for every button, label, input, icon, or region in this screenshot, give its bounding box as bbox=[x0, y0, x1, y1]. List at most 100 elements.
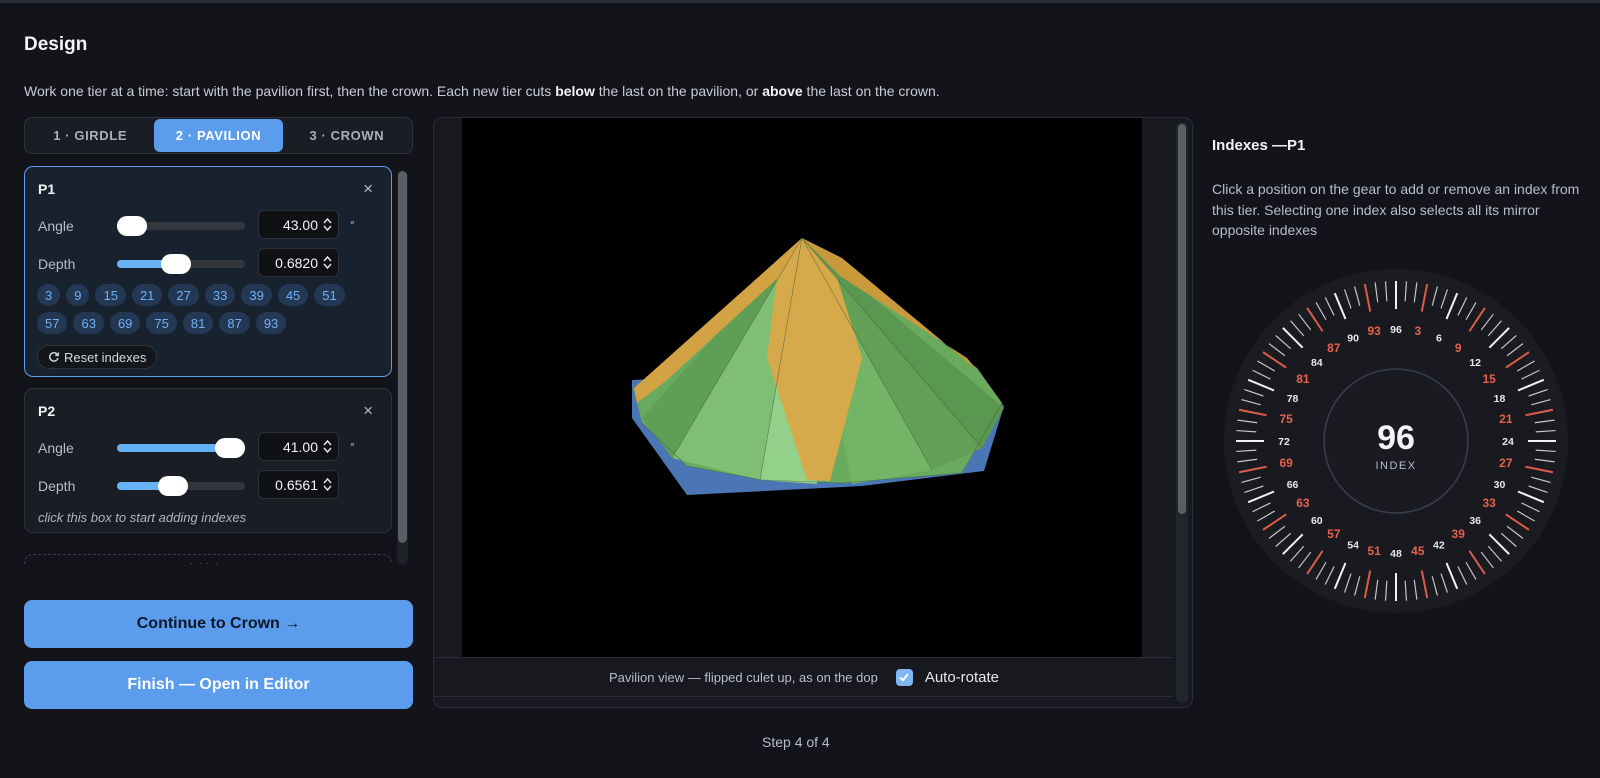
gem-viewer: Pavilion view — flipped culet up, as on … bbox=[433, 117, 1193, 708]
angle-label: Angle bbox=[38, 440, 74, 456]
index-chip[interactable]: 69 bbox=[109, 312, 141, 334]
gem-3d-canvas[interactable] bbox=[462, 118, 1142, 657]
gear-index-label[interactable]: 84 bbox=[1311, 357, 1323, 369]
index-chip[interactable]: 33 bbox=[204, 284, 236, 306]
gear-index-label[interactable]: 36 bbox=[1469, 515, 1481, 527]
index-chip[interactable]: 63 bbox=[73, 312, 104, 334]
autorotate-toggle[interactable]: Auto-rotate bbox=[895, 668, 999, 686]
gear-index-label[interactable]: 87 bbox=[1327, 341, 1341, 355]
gem-render bbox=[632, 237, 1004, 495]
top-border bbox=[0, 0, 1600, 3]
index-chip[interactable]: 81 bbox=[182, 312, 214, 334]
tier-name: P1 bbox=[38, 181, 56, 197]
index-panel-description: Click a position on the gear to add or r… bbox=[1212, 181, 1580, 238]
angle-input[interactable]: 41.00 bbox=[258, 432, 339, 461]
gear-index-label[interactable]: 60 bbox=[1311, 515, 1323, 527]
index-chip[interactable]: 57 bbox=[37, 312, 68, 334]
finish-open-editor-button[interactable]: Finish — Open in Editor bbox=[24, 661, 413, 709]
index-chip[interactable]: 87 bbox=[219, 312, 250, 334]
scrollbar-thumb[interactable] bbox=[398, 171, 407, 543]
index-chip[interactable]: 27 bbox=[168, 284, 199, 306]
gear-index-label[interactable]: 81 bbox=[1296, 372, 1310, 386]
gear-index-label[interactable]: 78 bbox=[1287, 393, 1299, 405]
gear-index-label[interactable]: 30 bbox=[1494, 479, 1506, 491]
gear-index-label[interactable]: 54 bbox=[1347, 539, 1359, 551]
gear-index-label[interactable]: 75 bbox=[1279, 412, 1293, 426]
depth-label: Depth bbox=[38, 478, 76, 494]
spinner-icon[interactable] bbox=[323, 217, 332, 232]
autorotate-checkbox[interactable] bbox=[895, 668, 913, 686]
add-tier-button[interactable]: Add tier bbox=[24, 554, 392, 564]
close-icon[interactable]: × bbox=[363, 179, 373, 199]
reset-indexes-button[interactable]: Reset indexes bbox=[37, 345, 158, 369]
reset-icon bbox=[49, 351, 60, 362]
index-chip[interactable]: 15 bbox=[95, 284, 126, 306]
spinner-icon[interactable] bbox=[323, 439, 332, 454]
tier-list: P1 × Angle 43.00 ° Depth 0.6820 3 9 15 21 27… bbox=[24, 166, 394, 564]
depth-slider[interactable] bbox=[117, 254, 245, 274]
gear-index-label[interactable]: 90 bbox=[1347, 333, 1359, 345]
depth-input[interactable]: 0.6561 bbox=[258, 470, 339, 499]
gear-index-label[interactable]: 24 bbox=[1502, 436, 1514, 448]
tier-list-scrollbar[interactable] bbox=[397, 171, 408, 564]
gear-index-label[interactable]: 48 bbox=[1390, 548, 1402, 560]
gear-index-label[interactable]: 72 bbox=[1278, 436, 1290, 448]
depth-input[interactable]: 0.6820 bbox=[258, 248, 339, 277]
gear-index-label[interactable]: 57 bbox=[1327, 527, 1341, 541]
index-chip[interactable]: 45 bbox=[277, 284, 309, 306]
gear-index-label[interactable]: 63 bbox=[1296, 496, 1310, 510]
gear-index-label[interactable]: 39 bbox=[1452, 527, 1466, 541]
index-chip[interactable]: 51 bbox=[314, 284, 345, 306]
gear-index-label[interactable]: 69 bbox=[1279, 456, 1293, 470]
tier-card-p2[interactable]: P2 × Angle 41.00 ° Depth 0.6561 click th… bbox=[24, 388, 392, 533]
spinner-icon[interactable] bbox=[323, 255, 332, 270]
scrollbar-thumb[interactable] bbox=[1178, 124, 1186, 514]
gear-index-label[interactable]: 15 bbox=[1482, 372, 1496, 386]
tier-card-p1[interactable]: P1 × Angle 43.00 ° Depth 0.6820 3 9 15 21 27… bbox=[24, 166, 392, 377]
close-icon[interactable]: × bbox=[363, 401, 373, 421]
index-chip[interactable]: 93 bbox=[255, 312, 287, 334]
gear-index-label[interactable]: 96 bbox=[1390, 324, 1402, 336]
angle-slider[interactable] bbox=[117, 438, 245, 458]
slider-knob[interactable] bbox=[160, 254, 191, 274]
continue-to-crown-button[interactable]: Continue to Crown → bbox=[24, 600, 413, 648]
slider-knob[interactable] bbox=[214, 438, 245, 458]
index-chip[interactable]: 3 bbox=[37, 284, 61, 306]
degree-unit: ° bbox=[350, 440, 355, 454]
angle-input[interactable]: 43.00 bbox=[258, 210, 339, 239]
gear-index-label[interactable]: 12 bbox=[1469, 357, 1481, 369]
gear-index-label[interactable]: 9 bbox=[1455, 341, 1462, 355]
index-chip[interactable]: 39 bbox=[241, 284, 272, 306]
spinner-icon[interactable] bbox=[323, 477, 332, 492]
gear-index-label[interactable]: 6 bbox=[1436, 333, 1442, 345]
angle-label: Angle bbox=[38, 218, 74, 234]
viewer-scrollbar[interactable] bbox=[1176, 122, 1188, 703]
gear-center-label: INDEX bbox=[1375, 460, 1416, 472]
gear-index-label[interactable]: 18 bbox=[1494, 393, 1506, 405]
tier-hint: click this box to start adding indexes bbox=[38, 510, 247, 525]
tab-girdle[interactable]: 1 · GIRDLE bbox=[26, 119, 154, 152]
tab-pavilion[interactable]: 2 · PAVILION bbox=[154, 119, 283, 152]
index-chip[interactable]: 75 bbox=[146, 312, 177, 334]
view-caption: Pavilion view — flipped culet up, as on … bbox=[608, 669, 878, 685]
slider-fill bbox=[117, 444, 230, 452]
gear-index-label[interactable]: 33 bbox=[1482, 496, 1496, 510]
slider-knob[interactable] bbox=[117, 216, 148, 236]
gear-index-label[interactable]: 66 bbox=[1287, 479, 1299, 491]
gear-index-label[interactable]: 51 bbox=[1367, 544, 1381, 558]
tab-crown[interactable]: 3 · CROWN bbox=[283, 119, 411, 152]
viewer-toolbar: Pavilion view — flipped culet up, as on … bbox=[434, 657, 1174, 697]
index-gear[interactable]: 3691215182124273033363942454851545760636… bbox=[1223, 268, 1569, 614]
gear-index-label[interactable]: 27 bbox=[1499, 456, 1513, 470]
gear-index-label[interactable]: 42 bbox=[1433, 539, 1445, 551]
gear-index-label[interactable]: 45 bbox=[1411, 544, 1425, 558]
gear-index-label[interactable]: 21 bbox=[1499, 412, 1513, 426]
depth-slider[interactable] bbox=[117, 476, 245, 496]
slider-knob[interactable] bbox=[158, 476, 189, 496]
gear-index-label[interactable]: 3 bbox=[1415, 324, 1422, 338]
gear-index-label[interactable]: 93 bbox=[1367, 324, 1381, 338]
angle-slider[interactable] bbox=[117, 216, 245, 236]
check-icon bbox=[899, 673, 910, 682]
index-chip[interactable]: 9 bbox=[66, 284, 90, 306]
index-chip[interactable]: 21 bbox=[131, 284, 163, 306]
